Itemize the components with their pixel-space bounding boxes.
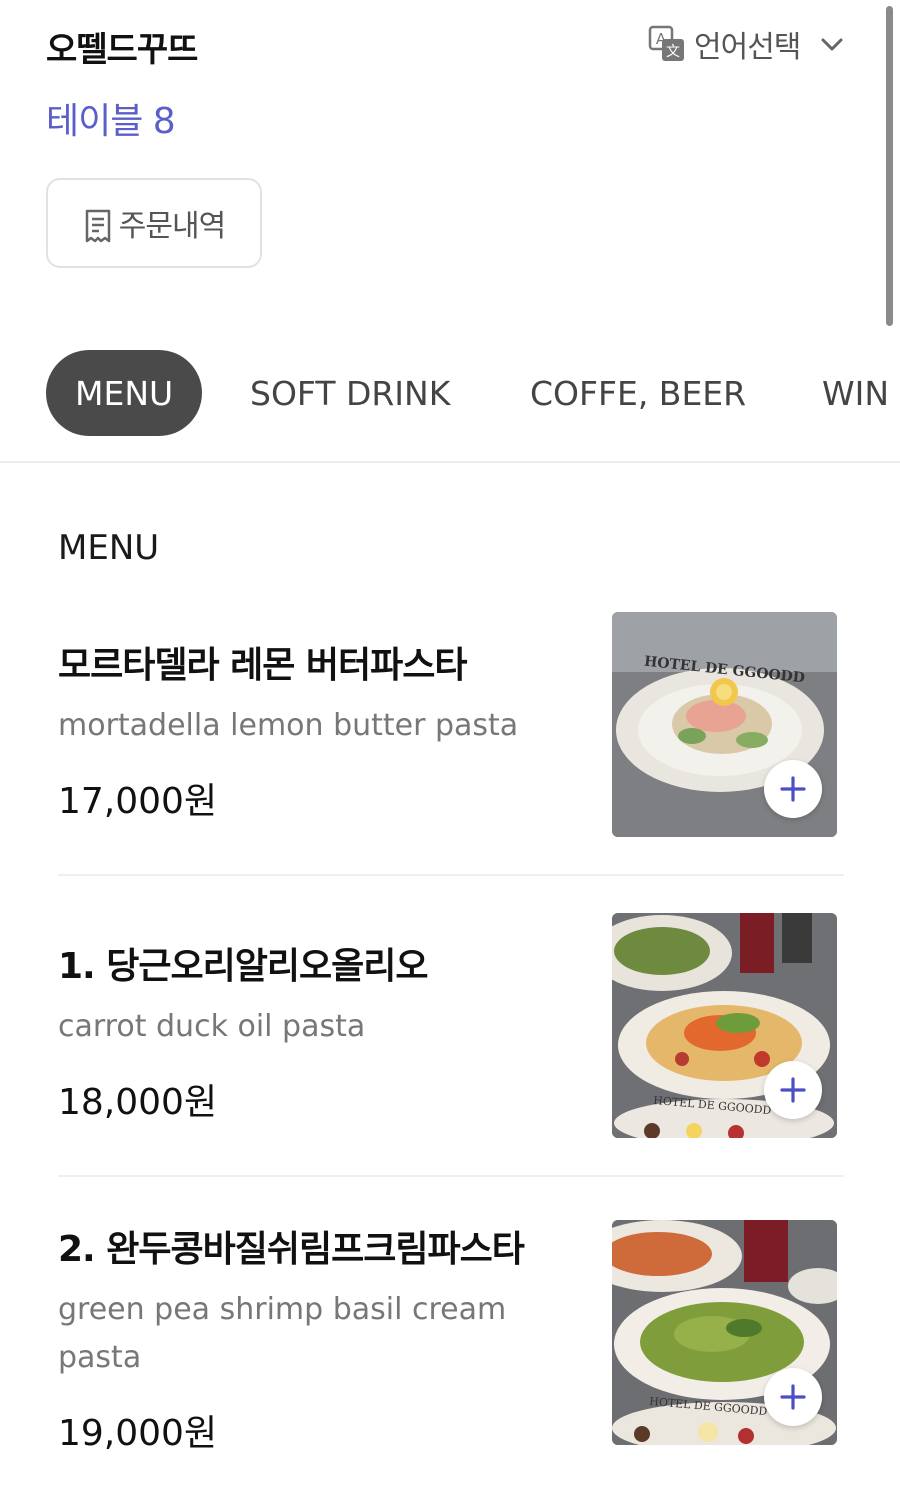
tab-soft-drink[interactable]: SOFT DRINK — [250, 350, 450, 436]
item-price: 19,000원 — [58, 1413, 218, 1454]
add-to-cart-button[interactable] — [764, 760, 822, 818]
plus-icon — [780, 776, 806, 802]
item-name: 2. 완두콩바질쉬림프크림파스타 — [58, 1229, 525, 1270]
category-tabs: MENU SOFT DRINK COFFE, BEER WIN — [0, 350, 900, 438]
menu-page: 오뗄드꾸뜨 테이블 8 A 文 언어선택 주문내역 MENU SOFT DRIN… — [0, 0, 900, 1487]
menu-item[interactable]: 모르타델라 레몬 버터파스타 mortadella lemon butter p… — [58, 612, 844, 838]
plus-icon — [780, 1384, 806, 1410]
scrollbar[interactable] — [886, 6, 893, 326]
section-title: MENU — [58, 528, 160, 568]
item-description: green pea shrimp basil cream pasta — [58, 1292, 507, 1375]
tab-coffee-beer[interactable]: COFFE, BEER — [530, 350, 746, 436]
item-price: 18,000원 — [58, 1082, 218, 1123]
tab-menu[interactable]: MENU — [46, 350, 203, 436]
chevron-down-icon — [818, 30, 846, 58]
svg-text:文: 文 — [666, 44, 680, 60]
add-to-cart-button[interactable] — [764, 1368, 822, 1426]
tabs-divider — [0, 461, 900, 463]
translate-icon: A 文 — [648, 25, 686, 63]
order-history-label: 주문내역 — [118, 209, 226, 244]
receipt-icon — [83, 209, 113, 243]
language-select-label: 언어선택 — [694, 30, 801, 65]
tab-wine[interactable]: WIN — [822, 350, 889, 436]
order-history-button[interactable]: 주문내역 — [46, 178, 262, 268]
add-to-cart-button[interactable] — [764, 1061, 822, 1119]
item-divider — [58, 1175, 844, 1177]
item-divider — [58, 874, 844, 876]
menu-item[interactable]: 2. 완두콩바질쉬림프크림파스타 green pea shrimp basil … — [58, 1220, 844, 1454]
item-description: mortadella lemon butter pasta — [58, 708, 519, 743]
menu-item[interactable]: 1. 당근오리알리오올리오 carrot duck oil pasta 18,0… — [58, 913, 844, 1139]
item-description: carrot duck oil pasta — [58, 1009, 366, 1044]
item-name: 1. 당근오리알리오올리오 — [58, 946, 428, 987]
language-select-button[interactable]: A 文 언어선택 — [648, 22, 846, 66]
store-name: 오뗄드꾸뜨 — [46, 30, 198, 70]
plus-icon — [780, 1077, 806, 1103]
table-label: 테이블 8 — [46, 101, 176, 142]
item-price: 17,000원 — [58, 781, 218, 822]
item-name: 모르타델라 레몬 버터파스타 — [58, 645, 468, 686]
